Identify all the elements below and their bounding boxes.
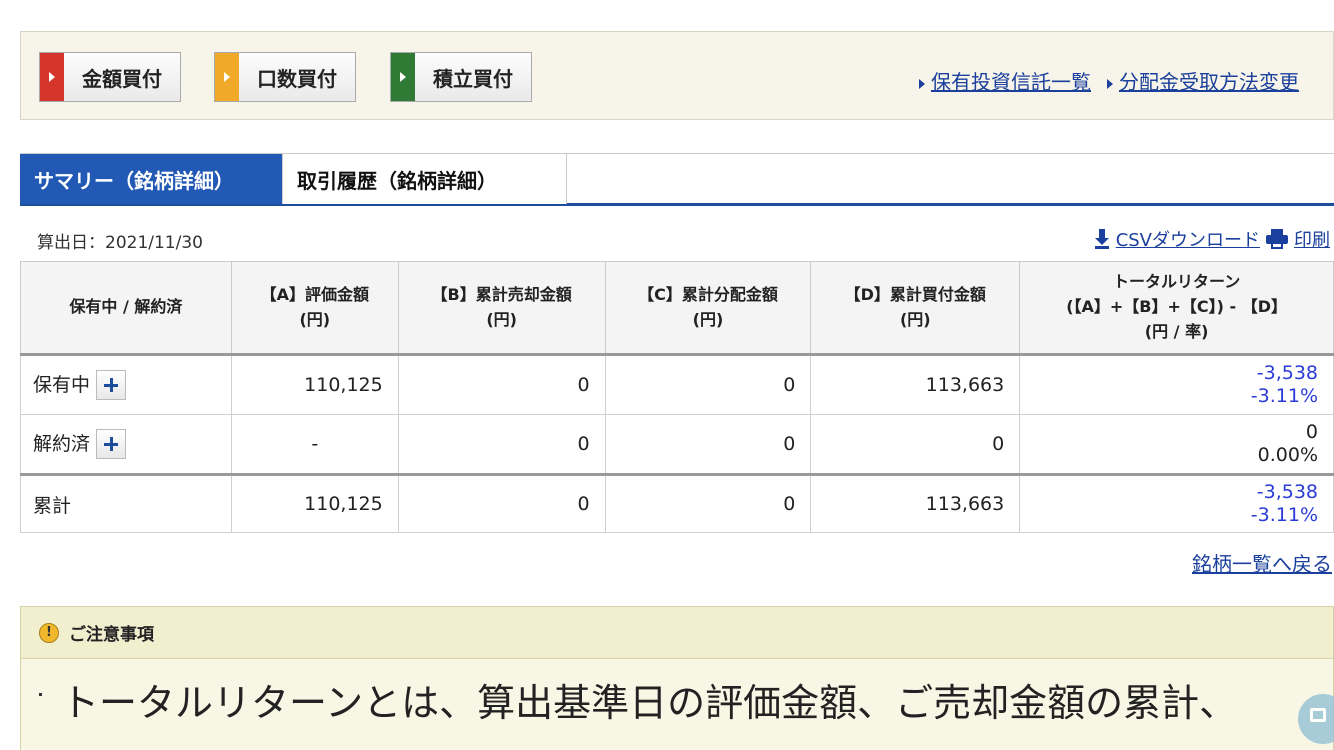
cell-sold: 0 <box>397 353 606 415</box>
cell-distribution: 0 <box>604 414 812 475</box>
notice-text: トータルリターンとは、算出基準日の評価金額、ご売却金額の累計、 <box>61 681 1238 725</box>
summary-table: 保有中 / 解約済 【A】評価金額 (円) 【B】累計売却金額 (円) 【C】累計分… <box>20 261 1334 533</box>
header-status: 保有中 / 解約済 <box>20 261 232 355</box>
print-link[interactable]: 印刷 <box>1294 226 1330 252</box>
table-row-total: 累計 110,125 0 0 113,663 -3,538 -3.11% <box>20 473 1334 533</box>
header-distribution: 【C】累計分配金額 (円) <box>604 261 812 355</box>
unit-buy-label: 口数買付 <box>257 66 337 91</box>
utility-links: CSVダウンロード 印刷 <box>1094 226 1330 252</box>
row-label: 解約済 <box>20 414 232 475</box>
cell-valuation: - <box>230 414 399 475</box>
distribution-method-label: 分配金受取方法変更 <box>1119 70 1299 94</box>
header-bought: 【D】累計買付金額 (円) <box>810 261 1021 355</box>
expand-plus-icon[interactable] <box>96 429 127 460</box>
csv-download-link[interactable]: CSVダウンロード <box>1116 226 1260 252</box>
cell-total-return: -3,538 -3.11% <box>1019 353 1334 415</box>
holdings-list-link[interactable]: 保有投資信託一覧 <box>919 66 1091 95</box>
distribution-method-link[interactable]: 分配金受取方法変更 <box>1107 66 1299 95</box>
recurring-buy-button[interactable]: 積立買付 <box>390 52 532 102</box>
cell-valuation: 110,125 <box>230 473 399 533</box>
table-row: 解約済 - 0 0 0 0 0.00% <box>20 414 1334 475</box>
arrow-icon <box>215 53 239 101</box>
cell-total-return: -3,538 -3.11% <box>1019 473 1334 533</box>
printer-icon <box>1266 229 1288 249</box>
cell-sold: 0 <box>397 414 606 475</box>
arrow-icon <box>40 53 64 101</box>
top-links: 保有投資信託一覧 分配金受取方法変更 <box>919 66 1299 95</box>
cell-bought: 0 <box>810 414 1021 475</box>
header-valuation: 【A】評価金額 (円) <box>230 261 399 355</box>
tab-summary[interactable]: サマリー（銘柄詳細） <box>20 154 282 204</box>
triangle-icon <box>1107 78 1113 89</box>
recurring-buy-label: 積立買付 <box>433 66 513 91</box>
detail-tabs: サマリー（銘柄詳細） 取引履歴（銘柄詳細） <box>20 153 1334 206</box>
row-label: 保有中 <box>20 353 232 415</box>
cell-sold: 0 <box>397 473 606 533</box>
bullet-dot <box>39 693 42 696</box>
amount-buy-button[interactable]: 金額買付 <box>39 52 181 102</box>
cell-distribution: 0 <box>604 353 812 415</box>
cell-bought: 113,663 <box>810 473 1021 533</box>
calc-date: 算出日：2021/11/30 <box>37 233 203 253</box>
back-to-list-link[interactable]: 銘柄一覧へ戻る <box>1192 548 1332 577</box>
arrow-icon <box>391 53 415 101</box>
window-icon <box>1310 708 1326 722</box>
expand-plus-icon[interactable] <box>96 370 127 401</box>
row-label: 累計 <box>20 473 232 533</box>
download-icon <box>1094 229 1110 249</box>
cell-bought: 113,663 <box>810 353 1021 415</box>
cell-total-return: 0 0.00% <box>1019 414 1334 475</box>
notice-body: トータルリターンとは、算出基準日の評価金額、ご売却金額の累計、 <box>21 659 1333 730</box>
table-row: 保有中 110,125 0 0 113,663 -3,538 -3.11% <box>20 353 1334 415</box>
cell-distribution: 0 <box>604 473 812 533</box>
tab-trade-history[interactable]: 取引履歴（銘柄詳細） <box>282 154 567 204</box>
exclamation-icon: ! <box>39 622 59 643</box>
unit-buy-button[interactable]: 口数買付 <box>214 52 356 102</box>
header-total-return: トータルリターン (【A】+【B】+【C】) - 【D】 (円 / 率) <box>1019 261 1334 355</box>
amount-buy-label: 金額買付 <box>82 66 162 91</box>
notice-header: ! ご注意事項 <box>21 607 1333 659</box>
header-sold: 【B】累計売却金額 (円) <box>397 261 606 355</box>
action-bar: 金額買付 口数買付 積立買付 保有投資信託一覧 分配金受取方法変更 <box>20 31 1334 120</box>
notice-panel: ! ご注意事項 トータルリターンとは、算出基準日の評価金額、ご売却金額の累計、 <box>20 606 1334 750</box>
triangle-icon <box>919 78 925 89</box>
cell-valuation: 110,125 <box>230 353 399 415</box>
holdings-list-label: 保有投資信託一覧 <box>931 70 1091 94</box>
notice-title: ご注意事項 <box>69 625 154 645</box>
table-header-row: 保有中 / 解約済 【A】評価金額 (円) 【B】累計売却金額 (円) 【C】累計分… <box>20 261 1334 355</box>
